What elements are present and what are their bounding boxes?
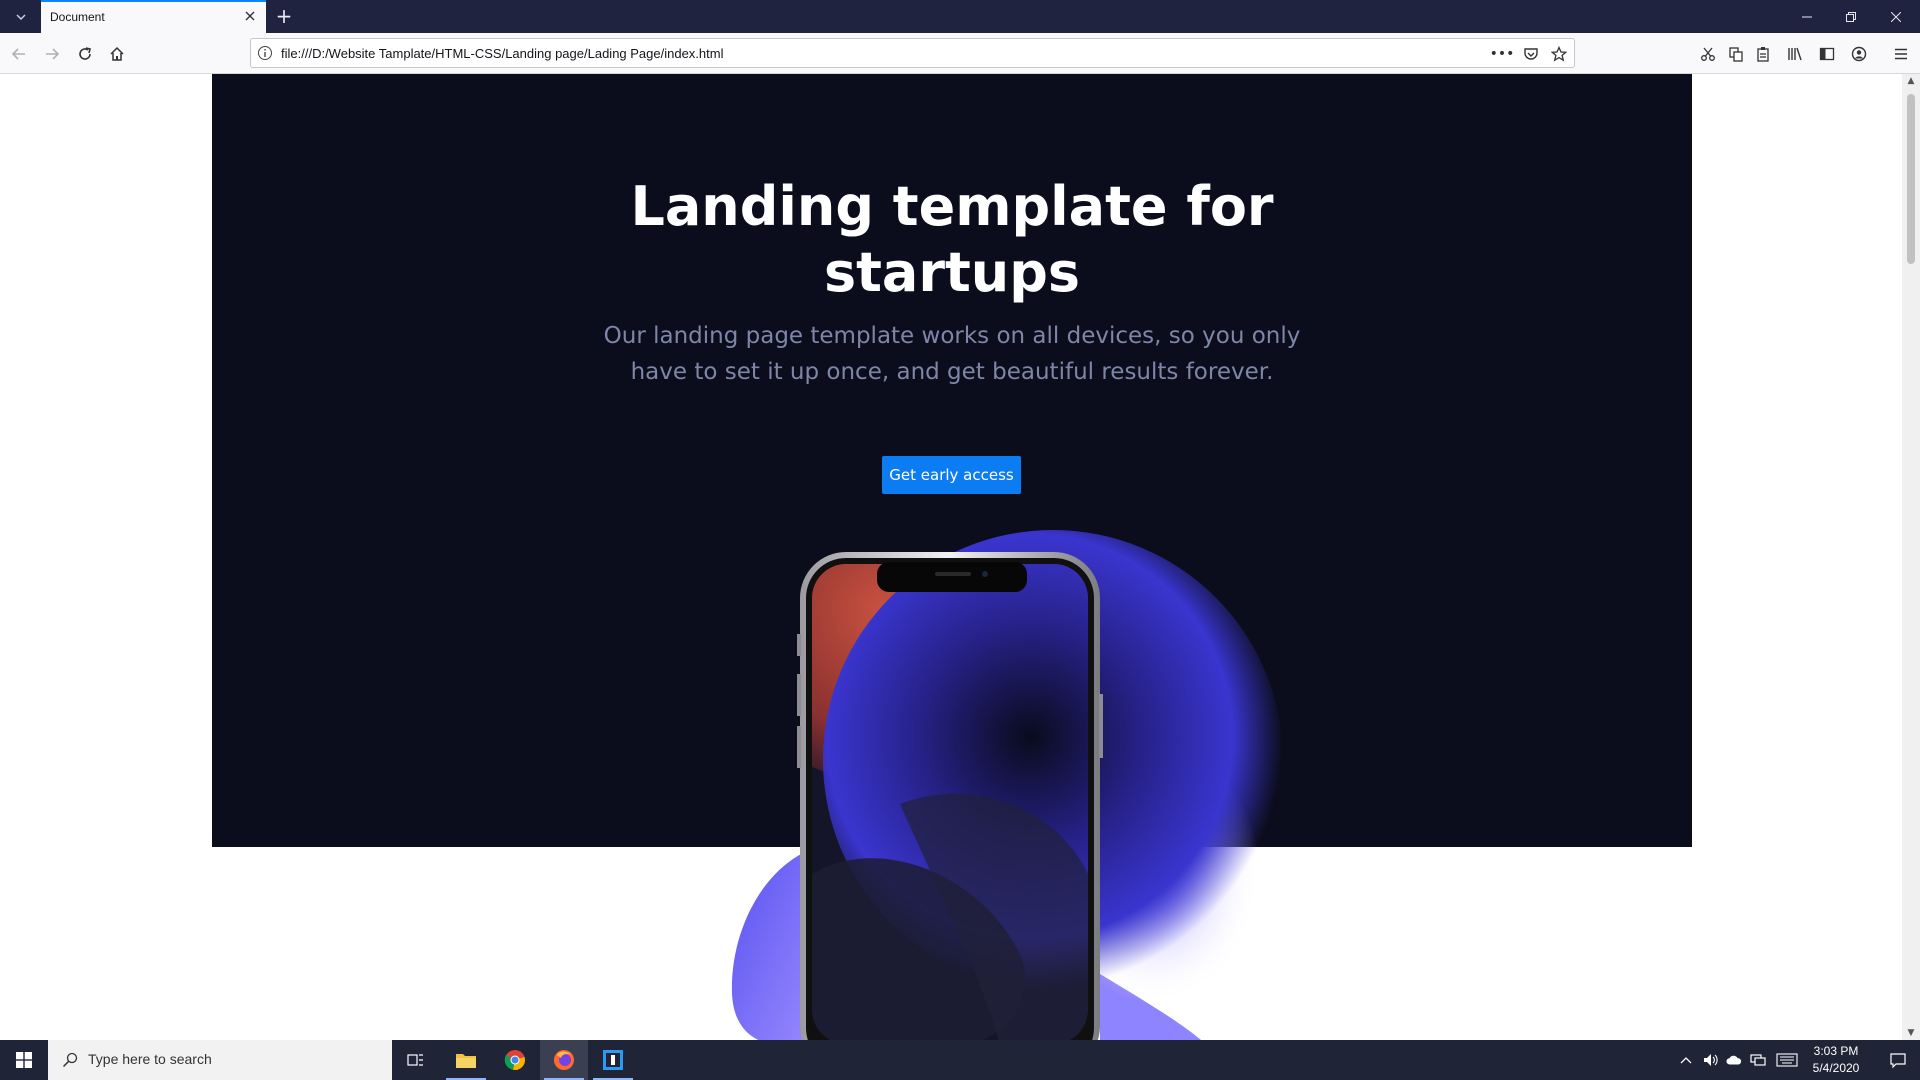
vscode-app-icon[interactable] [589, 1040, 637, 1080]
action-center-icon[interactable] [1876, 1040, 1920, 1080]
address-bar[interactable]: file:///D:/Website Tamplate/HTML-CSS/Lan… [250, 38, 1575, 68]
network-icon[interactable] [1750, 1052, 1766, 1068]
menu-hamburger-icon[interactable] [1890, 43, 1912, 65]
reload-icon[interactable] [72, 41, 98, 67]
browser-navigation-bar: file:///D:/Website Tamplate/HTML-CSS/Lan… [0, 33, 1920, 74]
taskbar-search-box[interactable]: Type here to search [48, 1040, 392, 1080]
onedrive-icon[interactable] [1726, 1052, 1742, 1068]
hero-title-line-2: startups [823, 241, 1081, 304]
search-icon [62, 1052, 78, 1068]
restore-icon[interactable] [1829, 0, 1873, 33]
hero-title: Landing template for startups [212, 174, 1692, 306]
tab-close-icon[interactable] [242, 9, 258, 25]
purple-blob-left [731, 852, 820, 1040]
account-icon[interactable] [1848, 43, 1870, 65]
back-icon[interactable] [6, 41, 32, 67]
paste-icon[interactable] [1752, 43, 1774, 65]
file-explorer-icon[interactable] [442, 1040, 490, 1080]
task-view-icon[interactable] [392, 1040, 440, 1080]
tab-list-menu-icon[interactable] [8, 6, 34, 28]
hero-section: Landing template for startups Our landin… [212, 74, 1692, 847]
volume-icon[interactable] [1702, 1052, 1718, 1068]
clock-date: 5/4/2020 [1812, 1061, 1860, 1075]
browser-tab-bar: Document + [0, 0, 1920, 33]
taskbar-clock[interactable]: 3:03 PM 5/4/2020 [1795, 1043, 1877, 1077]
site-info-icon[interactable] [257, 45, 273, 61]
new-tab-button[interactable]: + [272, 4, 296, 28]
windows-taskbar: Type here to search 3:03 PM 5/4/2020 [0, 1040, 1920, 1080]
bookmark-star-icon[interactable] [1550, 45, 1568, 63]
scroll-up-icon[interactable]: ▲ [1906, 76, 1916, 86]
close-window-icon[interactable] [1874, 0, 1918, 33]
scrollbar-thumb[interactable] [1907, 94, 1915, 264]
scroll-down-icon[interactable]: ▼ [1906, 1028, 1916, 1038]
copy-icon[interactable] [1725, 43, 1747, 65]
home-icon[interactable] [104, 41, 130, 67]
pocket-icon[interactable] [1522, 45, 1540, 63]
library-icon[interactable] [1784, 43, 1806, 65]
search-placeholder: Type here to search [88, 1051, 212, 1067]
url-text[interactable]: file:///D:/Website Tamplate/HTML-CSS/Lan… [281, 46, 723, 61]
sidebar-icon[interactable] [1816, 43, 1838, 65]
forward-icon[interactable] [39, 41, 65, 67]
page-scrollbar[interactable]: ▲ ▼ [1902, 74, 1920, 1040]
firefox-icon[interactable] [540, 1040, 588, 1080]
browser-tab[interactable]: Document [41, 0, 266, 33]
clock-time: 3:03 PM [1813, 1044, 1859, 1058]
purple-blob-right [1100, 974, 1201, 1040]
minimize-icon[interactable] [1785, 0, 1829, 33]
cut-icon[interactable] [1697, 43, 1719, 65]
get-early-access-button[interactable]: Get early access [882, 456, 1021, 494]
windows-start-icon[interactable] [0, 1040, 48, 1080]
hero-subtitle: Our landing page template works on all d… [603, 323, 1301, 385]
hero-title-line-1: Landing template for [630, 175, 1274, 238]
show-hidden-icons-icon[interactable] [1678, 1052, 1694, 1068]
chrome-icon[interactable] [491, 1040, 539, 1080]
page-viewport: Landing template for startups Our landin… [0, 74, 1902, 1040]
page-actions-icon[interactable]: ••• [1490, 45, 1515, 63]
tab-title: Document [50, 10, 105, 24]
